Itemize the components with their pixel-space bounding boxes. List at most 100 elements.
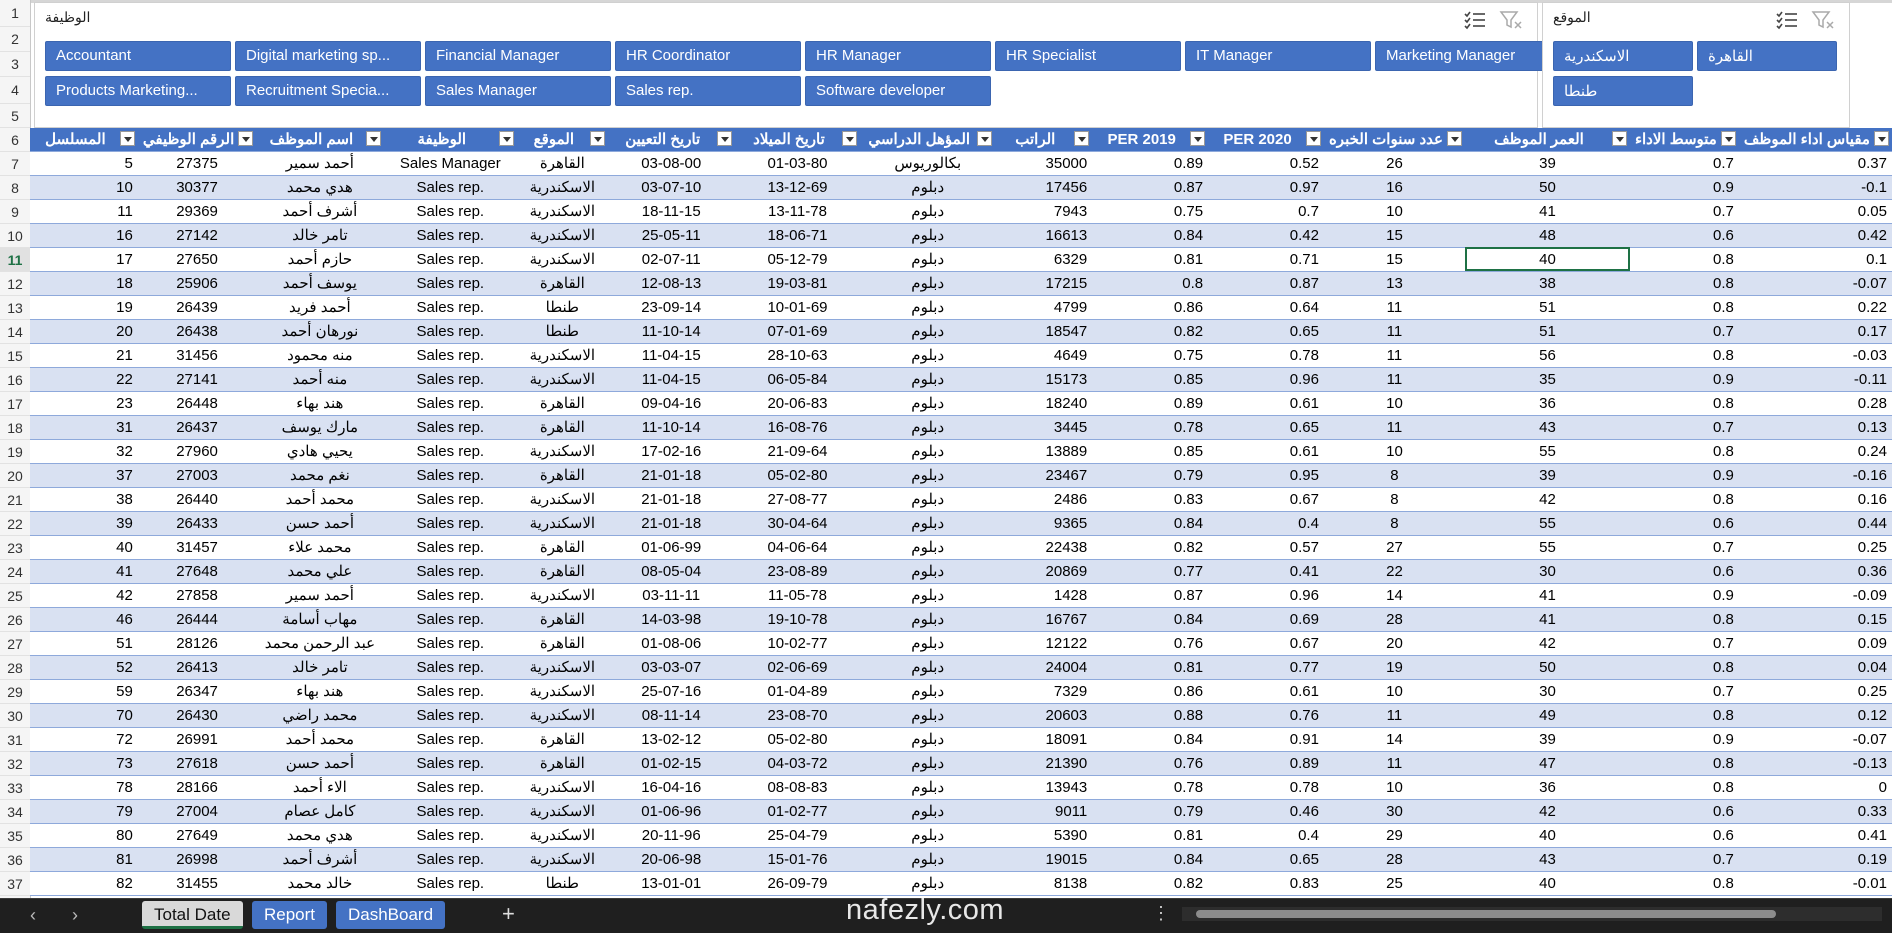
slicer-job-item[interactable]: Financial Manager	[425, 41, 611, 71]
column-header-salary[interactable]: الراتب	[995, 128, 1093, 152]
cell-experience-years[interactable]: 28	[1323, 607, 1465, 632]
cell-job-title[interactable]: Sales rep.	[383, 583, 518, 608]
cell-average-performance[interactable]: 0.9	[1629, 367, 1739, 392]
cell-per-2019[interactable]: 0.86	[1092, 679, 1209, 704]
cell-employee-id[interactable]: 26413	[137, 655, 257, 680]
row-number[interactable]: 10	[0, 224, 30, 248]
cell-job-title[interactable]: Sales rep.	[383, 703, 518, 728]
cell-serial[interactable]: 81	[30, 847, 138, 872]
column-header-location[interactable]: الموقع	[517, 128, 608, 152]
cell-salary[interactable]: 4799	[995, 295, 1093, 320]
cell-salary[interactable]: 7943	[995, 199, 1093, 224]
cell-job-title[interactable]: Sales rep.	[383, 199, 518, 224]
filter-dropdown-icon[interactable]	[119, 131, 135, 146]
cell-employee-age[interactable]: 49	[1465, 703, 1630, 728]
cell-average-performance[interactable]: 0.7	[1629, 679, 1739, 704]
cell-hire-date[interactable]: 11-10-14	[607, 415, 735, 440]
cell-average-performance[interactable]: 0.8	[1629, 295, 1739, 320]
cell-birth-date[interactable]: 23-08-70	[734, 703, 861, 728]
cell-employee-name[interactable]: أحمد سمير	[256, 151, 384, 176]
cell-average-performance[interactable]: 0.7	[1629, 631, 1739, 656]
cell-per-2020[interactable]: 0.89	[1208, 751, 1324, 776]
cell-per-2019[interactable]: 0.83	[1092, 487, 1209, 512]
cell-employee-name[interactable]: يوسف أحمد	[256, 271, 384, 296]
cell-serial[interactable]: 70	[30, 703, 138, 728]
cell-performance-measure[interactable]: 0.28	[1738, 391, 1892, 416]
cell-salary[interactable]: 4649	[995, 343, 1093, 368]
cell-experience-years[interactable]: 14	[1323, 583, 1465, 608]
cell-serial[interactable]: 79	[30, 799, 138, 824]
cell-employee-id[interactable]: 27649	[137, 823, 257, 848]
cell-hire-date[interactable]: 21-01-18	[607, 463, 735, 488]
cell-average-performance[interactable]: 0.6	[1629, 559, 1739, 584]
row-number[interactable]: 5	[0, 104, 30, 128]
cell-hire-date[interactable]: 20-06-98	[607, 847, 735, 872]
slicer-job-item[interactable]: Marketing Manager	[1375, 41, 1561, 71]
cell-job-title[interactable]: Sales rep.	[383, 223, 518, 248]
cell-serial[interactable]: 72	[30, 727, 138, 752]
column-header-job-title[interactable]: الوظيفة	[383, 128, 518, 152]
cell-serial[interactable]: 37	[30, 463, 138, 488]
cell-average-performance[interactable]: 0.8	[1629, 871, 1739, 896]
cell-per-2019[interactable]: 0.85	[1092, 439, 1209, 464]
cell-birth-date[interactable]: 19-03-81	[734, 271, 861, 296]
cell-performance-measure[interactable]: 0.09	[1738, 631, 1892, 656]
cell-hire-date[interactable]: 03-08-00	[607, 151, 735, 176]
cell-performance-measure[interactable]: 0.25	[1738, 679, 1892, 704]
cell-average-performance[interactable]: 0.6	[1629, 823, 1739, 848]
cell-qualification[interactable]: دبلوم	[860, 367, 996, 392]
cell-serial[interactable]: 5	[30, 151, 138, 176]
cell-qualification[interactable]: دبلوم	[860, 223, 996, 248]
cell-per-2020[interactable]: 0.7	[1208, 199, 1324, 224]
slicer-job-item[interactable]: Sales rep.	[615, 76, 801, 106]
cell-serial[interactable]: 17	[30, 247, 138, 272]
cell-employee-id[interactable]: 27004	[137, 799, 257, 824]
cell-serial[interactable]: 16	[30, 223, 138, 248]
cell-job-title[interactable]: Sales rep.	[383, 727, 518, 752]
row-number[interactable]: 34	[0, 800, 30, 824]
row-number[interactable]: 19	[0, 440, 30, 464]
filter-dropdown-icon[interactable]	[365, 131, 381, 146]
cell-per-2020[interactable]: 0.41	[1208, 559, 1324, 584]
cell-serial[interactable]: 18	[30, 271, 138, 296]
cell-birth-date[interactable]: 05-12-79	[734, 247, 861, 272]
cell-location[interactable]: الاسكندرية	[517, 223, 608, 248]
cell-per-2020[interactable]: 0.4	[1208, 823, 1324, 848]
column-header-qualification[interactable]: المؤهل الدراسي	[860, 128, 996, 152]
cell-employee-age[interactable]: 41	[1465, 583, 1630, 608]
column-header-hire-date[interactable]: تاريخ التعيين	[607, 128, 735, 152]
cell-per-2020[interactable]: 0.87	[1208, 271, 1324, 296]
cell-average-performance[interactable]: 0.6	[1629, 223, 1739, 248]
cell-employee-id[interactable]: 26437	[137, 415, 257, 440]
cell-performance-measure[interactable]: -0.09	[1738, 583, 1892, 608]
cell-per-2020[interactable]: 0.77	[1208, 655, 1324, 680]
cell-birth-date[interactable]: 01-03-80	[734, 151, 861, 176]
cell-job-title[interactable]: Sales rep.	[383, 367, 518, 392]
prev-sheet-icon[interactable]: ‹	[30, 905, 36, 926]
cell-employee-id[interactable]: 29369	[137, 199, 257, 224]
cell-employee-age[interactable]: 39	[1465, 727, 1630, 752]
cell-birth-date[interactable]: 10-01-69	[734, 295, 861, 320]
cell-employee-id[interactable]: 26439	[137, 295, 257, 320]
cell-birth-date[interactable]: 28-10-63	[734, 343, 861, 368]
cell-employee-id[interactable]: 27142	[137, 223, 257, 248]
cell-job-title[interactable]: Sales rep.	[383, 799, 518, 824]
cell-employee-age[interactable]: 48	[1465, 223, 1630, 248]
cell-salary[interactable]: 22438	[995, 535, 1093, 560]
cell-experience-years[interactable]: 29	[1323, 823, 1465, 848]
clear-filter-icon[interactable]	[1811, 9, 1835, 31]
cell-employee-name[interactable]: منه أحمد	[256, 367, 384, 392]
cell-location[interactable]: الاسكندرية	[517, 775, 608, 800]
row-number[interactable]: 27	[0, 632, 30, 656]
cell-experience-years[interactable]: 19	[1323, 655, 1465, 680]
cell-serial[interactable]: 38	[30, 487, 138, 512]
cell-per-2020[interactable]: 0.78	[1208, 775, 1324, 800]
cell-salary[interactable]: 23467	[995, 463, 1093, 488]
cell-job-title[interactable]: Sales rep.	[383, 175, 518, 200]
cell-birth-date[interactable]: 08-08-83	[734, 775, 861, 800]
cell-per-2020[interactable]: 0.97	[1208, 175, 1324, 200]
cell-salary[interactable]: 7329	[995, 679, 1093, 704]
cell-per-2019[interactable]: 0.84	[1092, 847, 1209, 872]
cell-birth-date[interactable]: 25-04-79	[734, 823, 861, 848]
cell-location[interactable]: القاهرة	[517, 535, 608, 560]
